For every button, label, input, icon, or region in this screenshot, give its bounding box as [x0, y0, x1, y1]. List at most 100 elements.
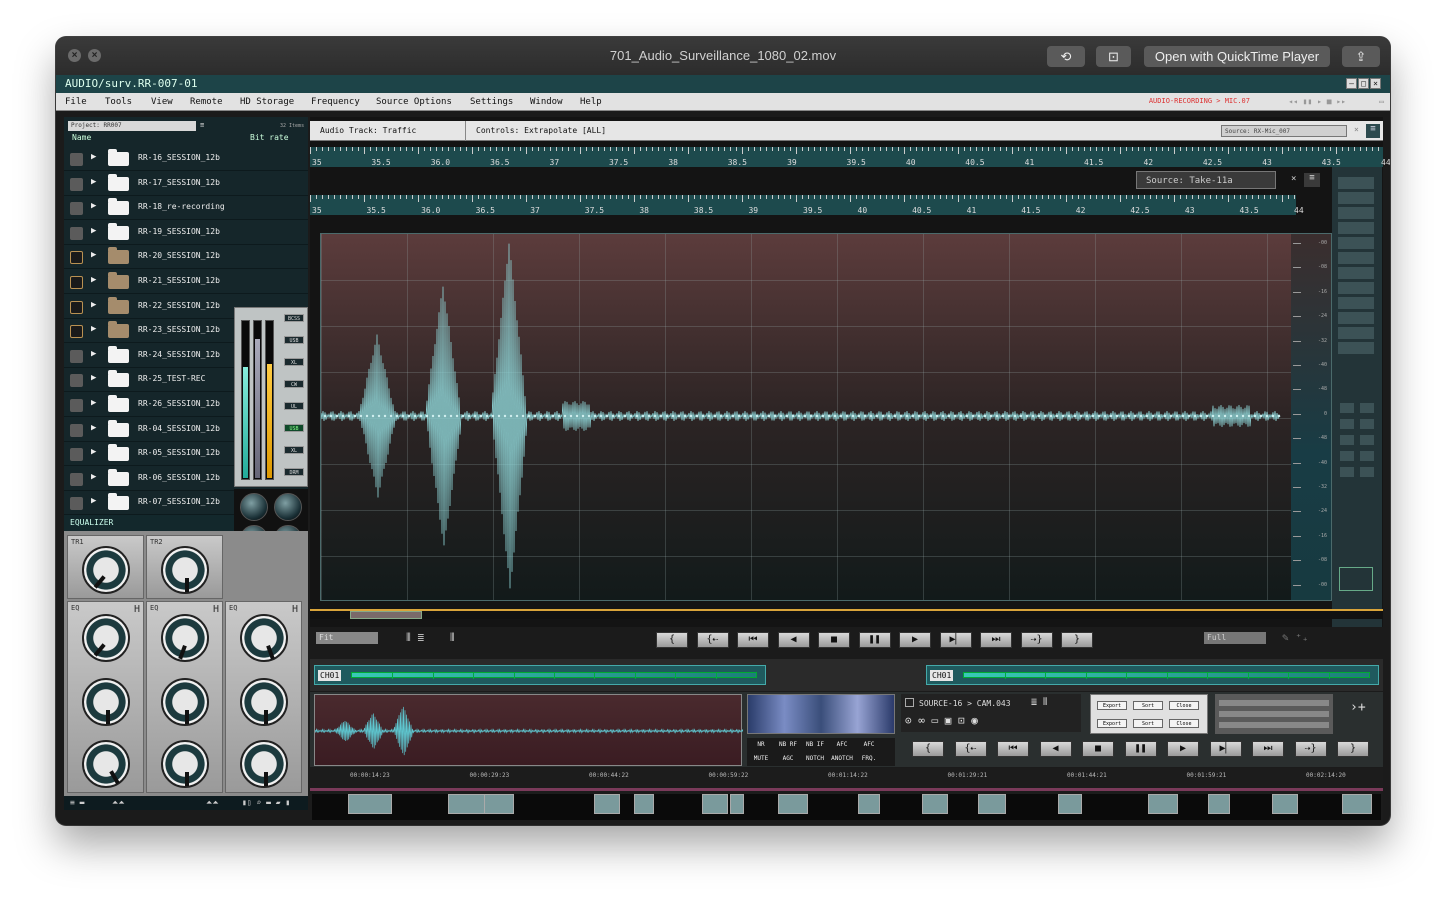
export-button[interactable]: Sort — [1133, 701, 1163, 710]
channel-1-strip[interactable]: CH01 — [314, 665, 766, 685]
side-icon-button[interactable] — [1340, 403, 1354, 413]
add-icon[interactable]: ›+ — [1350, 700, 1366, 715]
expand-icon[interactable]: ▶ — [91, 177, 96, 187]
nr-button[interactable]: AFC — [830, 739, 854, 751]
timeline-clip[interactable] — [778, 794, 808, 814]
take-source-select[interactable]: Source: Take-11a — [1136, 171, 1276, 189]
play-button[interactable]: ▶ — [899, 632, 931, 648]
menu-view[interactable]: View — [151, 97, 173, 107]
nr-button[interactable]: NR — [749, 739, 773, 751]
source-checkbox[interactable] — [905, 698, 914, 707]
expand-icon[interactable]: ▶ — [91, 373, 96, 383]
menu-tools[interactable]: Tools — [105, 97, 132, 107]
clip-track[interactable] — [312, 794, 1381, 820]
timeline-clip[interactable] — [858, 794, 880, 814]
export-button[interactable]: Export — [1097, 719, 1127, 728]
row-checkbox[interactable] — [70, 472, 83, 486]
timeline-clip[interactable] — [1272, 794, 1298, 814]
app-minimize-icon[interactable]: – — [1346, 78, 1357, 89]
side-icon-button[interactable] — [1360, 451, 1374, 461]
nr-button[interactable]: NB IF — [803, 739, 827, 751]
eq-knob[interactable] — [240, 614, 288, 662]
scrub-region[interactable] — [350, 611, 422, 619]
playback-mini-controls[interactable]: ◂◂ ▮▮ ▸ ■ ▸▸ — [1288, 97, 1346, 106]
expand-icon[interactable]: ▶ — [91, 349, 96, 359]
side-icon-button[interactable] — [1340, 435, 1354, 445]
row-checkbox[interactable] — [70, 226, 83, 240]
file-row[interactable]: ▶ RR-20_SESSION_12b — [64, 245, 308, 270]
side-tool-button[interactable] — [1338, 237, 1374, 249]
small-knob[interactable] — [274, 493, 302, 521]
small-knob[interactable] — [240, 493, 268, 521]
side-tool-button[interactable] — [1338, 327, 1374, 339]
close-take-icon[interactable]: × — [1291, 174, 1296, 184]
timeline-clip[interactable] — [978, 794, 1006, 814]
rewind-button[interactable]: ◀ — [777, 632, 810, 648]
timeline-clip[interactable] — [634, 794, 654, 814]
export-button[interactable]: Sort — [1133, 719, 1163, 728]
device-icons[interactable]: ⊙ ∞ ▭ ▣ ⊡ ◉ — [905, 714, 978, 727]
row-checkbox[interactable] — [70, 325, 83, 339]
eq-knob[interactable] — [82, 740, 130, 788]
mountain-icon[interactable]: ⏶⏶ — [206, 796, 219, 810]
fit-select[interactable]: Fit — [316, 632, 378, 644]
side-icon-button[interactable] — [1360, 403, 1374, 413]
preview-box[interactable] — [1339, 567, 1373, 591]
mini-waveform[interactable] — [314, 694, 744, 766]
side-tool-button[interactable] — [1338, 192, 1374, 204]
minimize-icon[interactable]: × — [88, 49, 101, 62]
tr2-knob[interactable] — [161, 546, 209, 594]
timeline-clip[interactable] — [484, 794, 514, 814]
timeline-clip[interactable] — [730, 794, 744, 814]
menu-settings[interactable]: Settings — [470, 97, 513, 107]
side-tool-button[interactable] — [1338, 207, 1374, 219]
expand-icon[interactable]: ▶ — [91, 398, 96, 408]
menu-window[interactable]: Window — [530, 97, 563, 107]
stop-button-secondary[interactable]: ■ — [1082, 741, 1114, 757]
mark-in-button[interactable]: { — [656, 632, 688, 648]
share-icon[interactable]: ⇪ — [1342, 46, 1380, 67]
file-row[interactable]: ▶ RR-21_SESSION_12b — [64, 270, 308, 294]
meter-tag[interactable]: XL — [284, 358, 304, 366]
eq-knob[interactable] — [82, 614, 130, 662]
meter-tag[interactable]: XL — [284, 446, 304, 454]
side-tool-button[interactable] — [1338, 312, 1374, 324]
side-tool-button[interactable] — [1338, 177, 1374, 189]
menu-frequency[interactable]: Frequency — [311, 97, 360, 107]
list-view-icon[interactable]: ≡ ▬ — [70, 796, 84, 810]
app-maximize-icon[interactable]: □ — [1358, 78, 1369, 89]
side-tool-button[interactable] — [1338, 267, 1374, 279]
step-forward-button-secondary[interactable]: ▶▏ — [1209, 741, 1242, 757]
side-tool-button[interactable] — [1338, 252, 1374, 264]
skip-start-button[interactable]: ⏮ — [737, 632, 769, 648]
side-tool-button[interactable] — [1338, 342, 1374, 354]
trim-icon[interactable]: ⊡ — [1096, 46, 1131, 67]
zoom-select[interactable]: Full — [1204, 632, 1266, 644]
time-ruler-secondary[interactable]: 35 35.5 36.0 36.5 37 37.5 38 38.5 39 39.5 40 40.5 41… — [310, 195, 1304, 215]
step-out-button-secondary[interactable]: ⇢} — [1294, 741, 1327, 757]
nr-button[interactable]: NOTCH — [803, 753, 827, 765]
menu-remote[interactable]: Remote — [190, 97, 223, 107]
column-name[interactable]: Name — [72, 133, 91, 142]
expand-icon[interactable]: ▶ — [91, 226, 96, 236]
nr-button[interactable]: MUTE — [749, 753, 773, 765]
export-button[interactable]: Close — [1169, 701, 1199, 710]
waveform-mode-icon[interactable]: ⫴ — [450, 631, 455, 645]
skip-end-button-secondary[interactable]: ⏭ — [1252, 741, 1284, 757]
waveform-icon[interactable]: ⏶⏶ — [112, 796, 125, 810]
export-button[interactable]: Export — [1097, 701, 1127, 710]
track-menu-icon[interactable]: ≡ — [1366, 124, 1380, 138]
timeline-clip[interactable] — [594, 794, 620, 814]
row-checkbox[interactable] — [70, 374, 83, 388]
side-icon-button[interactable] — [1360, 467, 1374, 477]
spectrogram[interactable] — [747, 694, 895, 734]
mark-in-button-secondary[interactable]: { — [912, 741, 944, 757]
play-button-secondary[interactable]: ▶ — [1167, 741, 1199, 757]
step-out-button[interactable]: ⇢} — [1020, 632, 1053, 648]
eq-knob[interactable] — [240, 678, 288, 726]
tools-icon[interactable]: ✎ ⁺₊ — [1282, 631, 1309, 644]
meter-tag[interactable]: UL — [284, 402, 304, 410]
tr1-knob[interactable] — [82, 546, 130, 594]
view-toggle-icon[interactable]: ⦀ ≣ — [406, 631, 424, 645]
nr-button[interactable]: FRQ. — [857, 753, 881, 765]
